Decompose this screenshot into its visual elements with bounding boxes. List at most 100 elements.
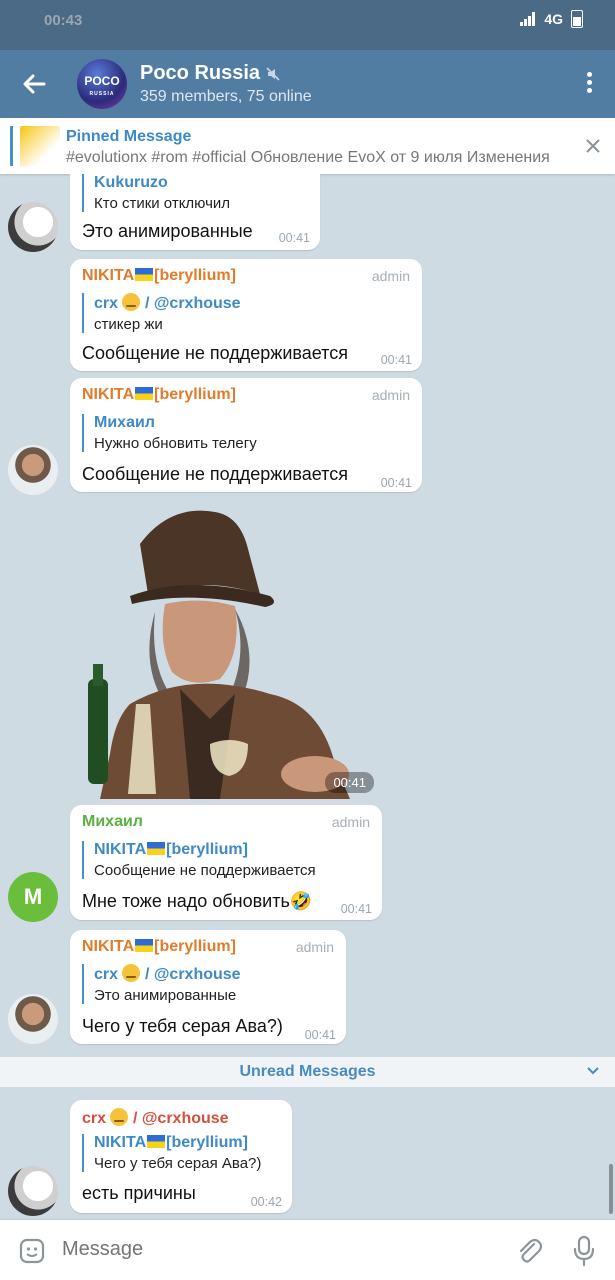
avatar-subtext: RUSSIA (89, 91, 115, 97)
reply-text: Чего у тебя серая Ава?) (94, 1155, 262, 1172)
close-icon[interactable] (585, 138, 601, 154)
message-time: 00:41 (380, 476, 412, 490)
reply-author-tag: [beryllium] (166, 841, 248, 858)
reply-quote[interactable]: NIKITA [beryllium] Чего у тебя серая Ава?… (82, 1134, 261, 1172)
attach-icon[interactable] (514, 1236, 544, 1266)
reply-author: Kukuruzo (94, 174, 168, 191)
message-text: Сообщение не поддерживается (82, 343, 348, 363)
ukraine-flag-icon (147, 1135, 166, 1148)
reply-quote[interactable]: Kukuruzo Кто стики отключил (82, 174, 230, 212)
message-time: 00:41 (340, 902, 372, 916)
reply-author: NIKITA [beryllium] (94, 1134, 261, 1152)
message-text: Сообщение не поддерживается (82, 464, 348, 484)
sender-name-text: NIKITA (82, 386, 135, 403)
message-bubble[interactable]: NIKITA [beryllium] admin crx / @crxhouse … (70, 259, 422, 371)
avatar[interactable]: M (8, 872, 58, 922)
reply-author-username: / @crxhouse (144, 966, 241, 983)
battery-icon (571, 10, 583, 28)
ukraine-flag-icon (135, 387, 154, 400)
chevron-down-icon[interactable] (587, 1065, 599, 1077)
message-bubble[interactable]: Kukuruzo Кто стики отключил Это анимиров… (70, 174, 320, 250)
message-time: 00:42 (250, 1195, 282, 1209)
sender-username: / @crxhouse (132, 1110, 229, 1127)
reply-quote[interactable]: Михаил Нужно обновить телегу (82, 414, 257, 452)
message-input[interactable] (62, 1238, 482, 1261)
message-time: 00:41 (325, 772, 374, 793)
message-composer (0, 1220, 615, 1280)
unamused-face-icon (122, 293, 141, 311)
reply-text: Кто стики отключил (94, 195, 231, 212)
more-options-icon[interactable] (587, 72, 593, 96)
message-time: 00:41 (278, 231, 310, 245)
reply-author-name: NIKITA (94, 841, 147, 858)
unread-messages-divider: Unread Messages (0, 1057, 615, 1087)
reply-text: Нужно обновить телегу (94, 435, 257, 452)
sticker-drawing (88, 510, 350, 799)
avatar[interactable] (8, 445, 58, 495)
sender-tag: [beryllium] (154, 938, 236, 955)
chat-header: POCO RUSSIA Poco Russia 359 members, 75 … (0, 50, 615, 118)
message-bubble[interactable]: crx / @crxhouse NIKITA [beryllium] Чего у… (70, 1100, 292, 1213)
scrollbar[interactable] (609, 1164, 613, 1214)
reply-text: стикер жи (94, 316, 163, 333)
chat-subtitle: 359 members, 75 online (140, 88, 312, 105)
pinned-thumbnail (20, 126, 60, 166)
reply-quote[interactable]: crx / @crxhouse стикер жи (82, 293, 241, 333)
admin-badge: admin (371, 268, 410, 284)
ukraine-flag-icon (147, 842, 166, 855)
sticker-emoji-icon[interactable] (18, 1237, 46, 1265)
ukraine-flag-icon (135, 939, 154, 952)
signal-icon (520, 12, 536, 26)
reply-author: Михаил (94, 414, 155, 431)
pinned-message-bar[interactable]: Pinned Message #evolutionx #rom #officia… (0, 118, 615, 174)
channel-avatar[interactable]: POCO RUSSIA (77, 59, 127, 109)
reply-author-username: / @crxhouse (144, 295, 241, 312)
reply-quote[interactable]: NIKITA [beryllium] Сообщение не поддержив… (82, 841, 316, 879)
message-bubble[interactable]: Михаил admin NIKITA [beryllium] Сообщение… (70, 805, 382, 920)
avatar[interactable] (8, 202, 58, 252)
admin-badge: admin (371, 387, 410, 403)
unamused-face-icon (110, 1108, 129, 1126)
microphone-icon[interactable] (572, 1235, 596, 1267)
sender-name[interactable]: NIKITA [beryllium] (82, 267, 236, 285)
message-list[interactable]: Kukuruzo Кто стики отключил Это анимиров… (0, 174, 615, 1220)
reply-author-name: crx (94, 295, 119, 312)
sender-name-text: crx (82, 1110, 107, 1127)
reply-author: crx / @crxhouse (94, 964, 241, 984)
sender-name[interactable]: crx / @crxhouse (82, 1108, 229, 1128)
back-arrow-icon[interactable] (20, 70, 48, 98)
message-text: есть причины (82, 1183, 196, 1203)
pinned-accent-bar (10, 126, 13, 166)
chat-title-row[interactable]: Poco Russia (140, 62, 280, 85)
reply-author: crx / @crxhouse (94, 293, 241, 313)
message-text: Это анимированные (82, 221, 253, 241)
admin-badge: admin (295, 939, 334, 955)
unread-label: Unread Messages (239, 1063, 376, 1080)
reply-text: Сообщение не поддерживается (94, 862, 316, 879)
admin-badge: admin (331, 814, 370, 830)
ukraine-flag-icon (135, 268, 154, 281)
message-bubble[interactable]: NIKITA [beryllium] admin crx / @crxhouse … (70, 930, 346, 1044)
sender-name-text: NIKITA (82, 938, 135, 955)
sender-name[interactable]: NIKITA [beryllium] (82, 938, 236, 956)
sender-tag: [beryllium] (154, 267, 236, 284)
status-bar: 00:43 4G (0, 0, 615, 50)
message-bubble[interactable]: NIKITA [beryllium] admin Михаил Нужно обн… (70, 378, 422, 492)
reply-author-name: crx (94, 966, 119, 983)
network-type: 4G (544, 11, 563, 27)
sender-name[interactable]: Михаил (82, 813, 143, 831)
sender-name[interactable]: NIKITA [beryllium] (82, 386, 236, 404)
status-icons: 4G (520, 10, 583, 28)
reply-text: Это анимированные (94, 987, 237, 1004)
avatar-text: POCO (84, 74, 120, 88)
sender-name-text: NIKITA (82, 267, 135, 284)
avatar[interactable] (8, 1166, 58, 1216)
avatar[interactable] (8, 994, 58, 1044)
chat-title: Poco Russia (140, 62, 261, 84)
muted-icon (266, 66, 280, 81)
sticker-image[interactable]: 00:41 (70, 504, 380, 799)
message-time: 00:41 (380, 353, 412, 367)
message-text: Мне тоже надо обновить🤣 (82, 891, 313, 911)
pinned-title: Pinned Message (66, 128, 192, 145)
reply-quote[interactable]: crx / @crxhouse Это анимированные (82, 964, 241, 1004)
